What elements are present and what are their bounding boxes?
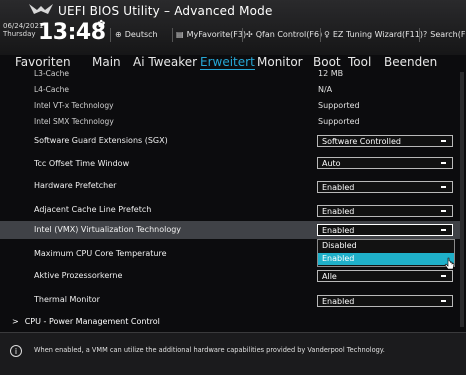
setting-label: Intel SMX Technology <box>34 117 114 126</box>
setting-row-adjacent-cache[interactable]: Adjacent Cache Line Prefetch Enabled <box>0 200 460 222</box>
setting-label: Intel VT-x Technology <box>34 101 114 110</box>
setting-label: L4-Cache <box>34 85 69 94</box>
select-value: Enabled <box>322 207 355 216</box>
setting-label: Maximum CPU Core Temperature <box>34 249 167 258</box>
mouse-cursor-icon <box>444 257 455 270</box>
setting-label: Tcc Offset Time Window <box>34 159 130 168</box>
setting-row-sgx[interactable]: Software Guard Extensions (SGX) Software… <box>0 132 460 154</box>
ez-tuning-label: EZ Tuning Wizard(F11) <box>332 30 423 39</box>
vmx-select[interactable]: Enabled <box>317 224 453 236</box>
qfan-label: Qfan Control(F6) <box>255 30 323 39</box>
setting-value: N/A <box>318 85 333 94</box>
chevron-down-icon <box>441 229 446 231</box>
chevron-down-icon <box>441 186 446 188</box>
chevron-down-icon <box>441 275 446 277</box>
select-value: Alle <box>322 272 337 281</box>
setting-row-active-cores[interactable]: Aktive Prozessorkerne Alle <box>0 267 460 289</box>
adjacent-cache-select[interactable]: Enabled <box>317 205 453 217</box>
tcc-select[interactable]: Auto <box>317 157 453 169</box>
bulb-icon: ♀ <box>324 30 330 39</box>
divider <box>419 28 420 42</box>
settings-list: L3-Cache 12 MB L4-Cache N/A Intel VT-x T… <box>0 70 466 332</box>
tab-erweitert[interactable]: Erweitert <box>200 55 255 70</box>
globe-icon: ⊕ <box>115 30 122 39</box>
dropdown-option-disabled[interactable]: Disabled <box>318 240 454 252</box>
chevron-down-icon <box>441 162 446 164</box>
gear-icon[interactable]: ✿ <box>97 19 105 30</box>
select-value: Auto <box>322 159 341 168</box>
setting-label: Aktive Prozessorkerne <box>34 271 123 280</box>
divider <box>172 28 173 42</box>
setting-label: L3-Cache <box>34 70 69 78</box>
thermal-monitor-select[interactable]: Enabled <box>317 295 453 307</box>
select-value: Enabled <box>322 297 355 306</box>
header-bar: UEFI BIOS Utility – Advanced Mode 06/24/… <box>0 0 466 55</box>
setting-row-thermal-monitor[interactable]: Thermal Monitor Enabled <box>0 290 460 312</box>
language-label: Deutsch <box>124 30 158 39</box>
setting-value: Supported <box>318 101 360 110</box>
chevron-down-icon <box>441 210 446 212</box>
divider <box>110 28 111 42</box>
setting-label: Hardware Prefetcher <box>34 181 117 190</box>
setting-label: Intel (VMX) Virtualization Technology <box>34 225 182 234</box>
chevron-down-icon <box>441 300 446 302</box>
sgx-select[interactable]: Software Controlled <box>317 135 453 147</box>
select-value: Enabled <box>322 183 355 192</box>
search-button[interactable]: ?Search(F9 <box>423 30 466 39</box>
favorites-icon: ▤ <box>176 30 184 39</box>
fan-icon: ✣ <box>246 30 253 39</box>
tab-tool[interactable]: Tool <box>348 55 371 69</box>
tab-main[interactable]: Main <box>92 55 121 69</box>
rog-logo-icon <box>29 4 53 14</box>
search-icon: ? <box>423 30 428 39</box>
setting-row-vmx[interactable]: Intel (VMX) Virtualization Technology En… <box>0 221 460 239</box>
vmx-dropdown-menu: Disabled Enabled <box>317 239 455 267</box>
tab-beenden[interactable]: Beenden <box>384 55 437 69</box>
language-button[interactable]: ⊕ Deutsch <box>115 30 158 39</box>
info-icon: i <box>10 345 22 357</box>
tab-monitor[interactable]: Monitor <box>257 55 303 69</box>
setting-row-hw-prefetcher[interactable]: Hardware Prefetcher Enabled <box>0 177 460 199</box>
submenu-label: CPU - Power Management Control <box>24 317 160 326</box>
divider <box>320 28 321 42</box>
tab-favoriten[interactable]: Favoriten <box>15 55 71 69</box>
qfan-button[interactable]: ✣ Qfan Control(F6) <box>246 30 322 39</box>
active-cores-select[interactable]: Alle <box>317 270 453 282</box>
clock: 13:48 <box>38 20 106 45</box>
setting-row-tcc[interactable]: Tcc Offset Time Window Auto <box>0 154 460 176</box>
setting-value: Supported <box>318 117 360 126</box>
tab-boot[interactable]: Boot <box>313 55 341 69</box>
help-panel: i When enabled, a VMM can utilize the ad… <box>0 332 466 375</box>
help-text: When enabled, a VMM can utilize the addi… <box>34 346 385 354</box>
scrollbar[interactable] <box>460 72 464 327</box>
tab-ai-tweaker[interactable]: Ai Tweaker <box>133 55 197 69</box>
select-value: Software Controlled <box>322 137 401 146</box>
chevron-right-icon: > <box>12 317 19 326</box>
search-label: Search(F9 <box>430 30 466 39</box>
divider <box>242 28 243 42</box>
dropdown-option-enabled[interactable]: Enabled <box>318 253 454 265</box>
main-nav: Favoriten Main Ai Tweaker Erweitert Moni… <box>0 55 466 70</box>
myfavorite-button[interactable]: ▤ MyFavorite(F3) <box>176 30 246 39</box>
hw-prefetcher-select[interactable]: Enabled <box>317 181 453 193</box>
submenu-cpu-power[interactable]: > CPU - Power Management Control <box>12 317 160 326</box>
window-title: UEFI BIOS Utility – Advanced Mode <box>58 4 273 18</box>
setting-label: Thermal Monitor <box>34 295 100 304</box>
setting-value: 12 MB <box>318 70 344 78</box>
setting-label: Adjacent Cache Line Prefetch <box>34 205 152 214</box>
chevron-down-icon <box>441 140 446 142</box>
ez-tuning-button[interactable]: ♀ EZ Tuning Wizard(F11) <box>324 30 423 39</box>
select-value: Enabled <box>322 226 355 235</box>
setting-label: Software Guard Extensions (SGX) <box>34 136 168 145</box>
myfavorite-label: MyFavorite(F3) <box>186 30 247 39</box>
